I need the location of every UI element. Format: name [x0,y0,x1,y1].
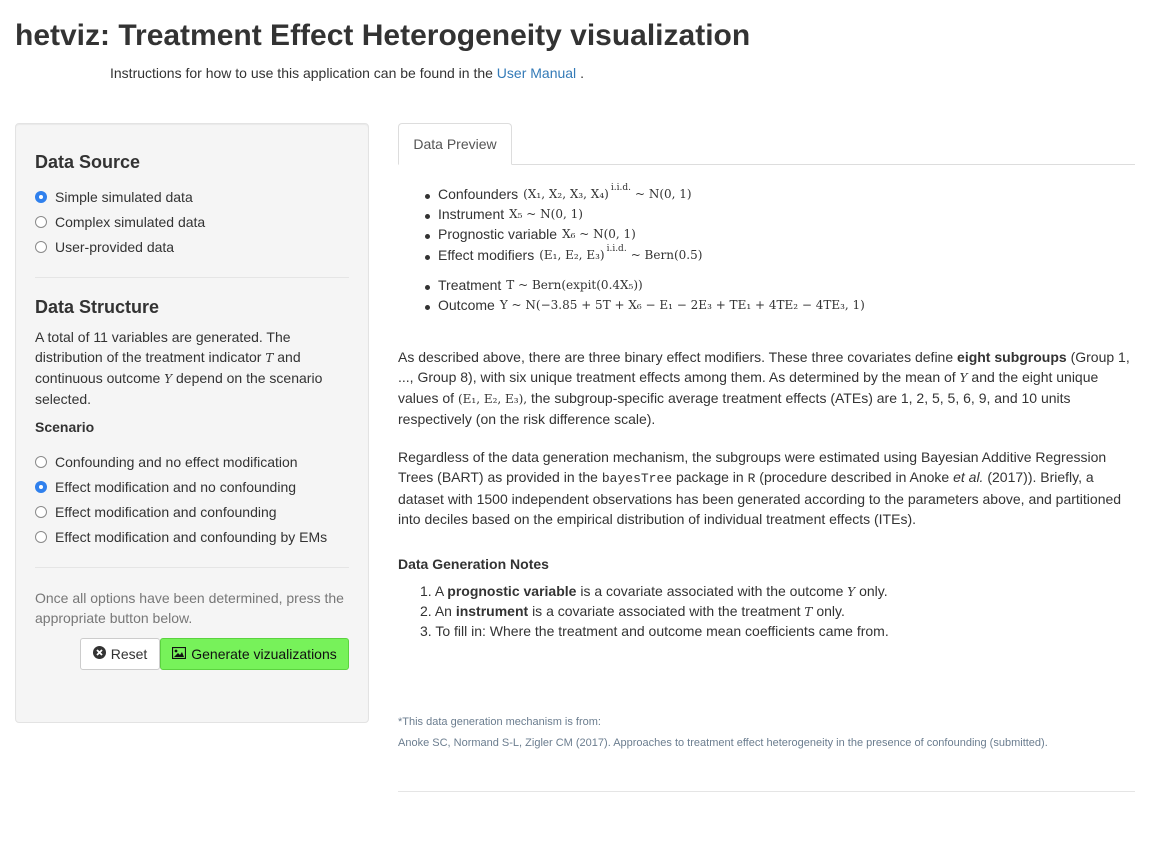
list-item-prognostic: Prognostic variable X₆ ~ N(0, 1) [425,226,636,242]
footnote-source: *This data generation mechanism is from: [398,716,601,728]
radio-complex-simulated[interactable]: Complex simulated data [35,212,205,232]
radio-icon[interactable] [35,456,47,468]
generate-visualizations-button[interactable]: Generate vizualizations [160,638,349,670]
times-circle-icon [92,646,106,662]
note-item-3: 3. To fill in: Where the treatment and o… [420,623,889,639]
radio-scenario-confounding-no-em[interactable]: Confounding and no effect modification [35,452,298,472]
note-item-1: 1. A prognostic variable is a covariate … [420,583,888,599]
list-item-instrument: Instrument X₅ ~ N(0, 1) [425,206,583,222]
tab-data-preview[interactable]: Data Preview [398,123,512,165]
radio-icon[interactable] [35,241,47,253]
list-item-treatment: Treatment T ~ Bern(expit(0.4X₅)) [425,277,643,293]
radio-simple-simulated[interactable]: Simple simulated data [35,187,193,207]
divider [35,567,349,568]
radio-selected-icon[interactable] [35,191,47,203]
page-title: hetviz: Treatment Effect Heterogeneity v… [15,19,751,52]
radio-selected-icon[interactable] [35,481,47,493]
sidebar-panel: Data Source Simple simulated data Comple… [15,123,369,723]
note-item-2: 2. An instrument is a covariate associat… [420,603,845,619]
image-icon [172,646,187,662]
reset-button[interactable]: Reset [80,638,160,670]
radio-scenario-em-confounding-by-ems[interactable]: Effect modification and confounding by E… [35,527,327,547]
options-note: Once all options have been determined, p… [35,590,344,626]
list-item-confounders: Confounders (X₁, X₂, X₃, X₄) i.i.d. ~ N(… [425,183,692,202]
user-manual-link[interactable]: User Manual [497,65,576,81]
data-structure-heading: Data Structure [35,297,160,317]
scenario-label: Scenario [35,419,95,435]
list-item-effect-modifiers: Effect modifiers (E₁, E₂, E₃) i.i.d. ~ B… [424,244,703,263]
instructions-line: Instructions for how to use this applica… [110,65,584,81]
data-source-heading: Data Source [35,152,141,172]
radio-icon[interactable] [35,216,47,228]
radio-icon[interactable] [35,506,47,518]
footnote-citation: Anoke SC, Normand S-L, Zigler CM (2017).… [398,737,1048,749]
list-item-outcome: Outcome Y ~ N(−3.85 + 5T + X₆ − E₁ − 2E₃… [425,297,865,313]
radio-scenario-em-confounding[interactable]: Effect modification and confounding [35,502,277,522]
radio-scenario-em-no-confounding[interactable]: Effect modification and no confounding [35,477,296,497]
description-paragraph-2: Regardless of the data generation mechan… [398,449,1122,527]
description-paragraph-1: As described above, there are three bina… [398,349,1130,427]
data-structure-description: A total of 11 variables are generated. T… [35,329,323,407]
radio-icon[interactable] [35,531,47,543]
notes-heading: Data Generation Notes [398,556,549,572]
divider [35,277,349,278]
radio-user-provided[interactable]: User-provided data [35,237,174,257]
divider [398,791,1135,792]
